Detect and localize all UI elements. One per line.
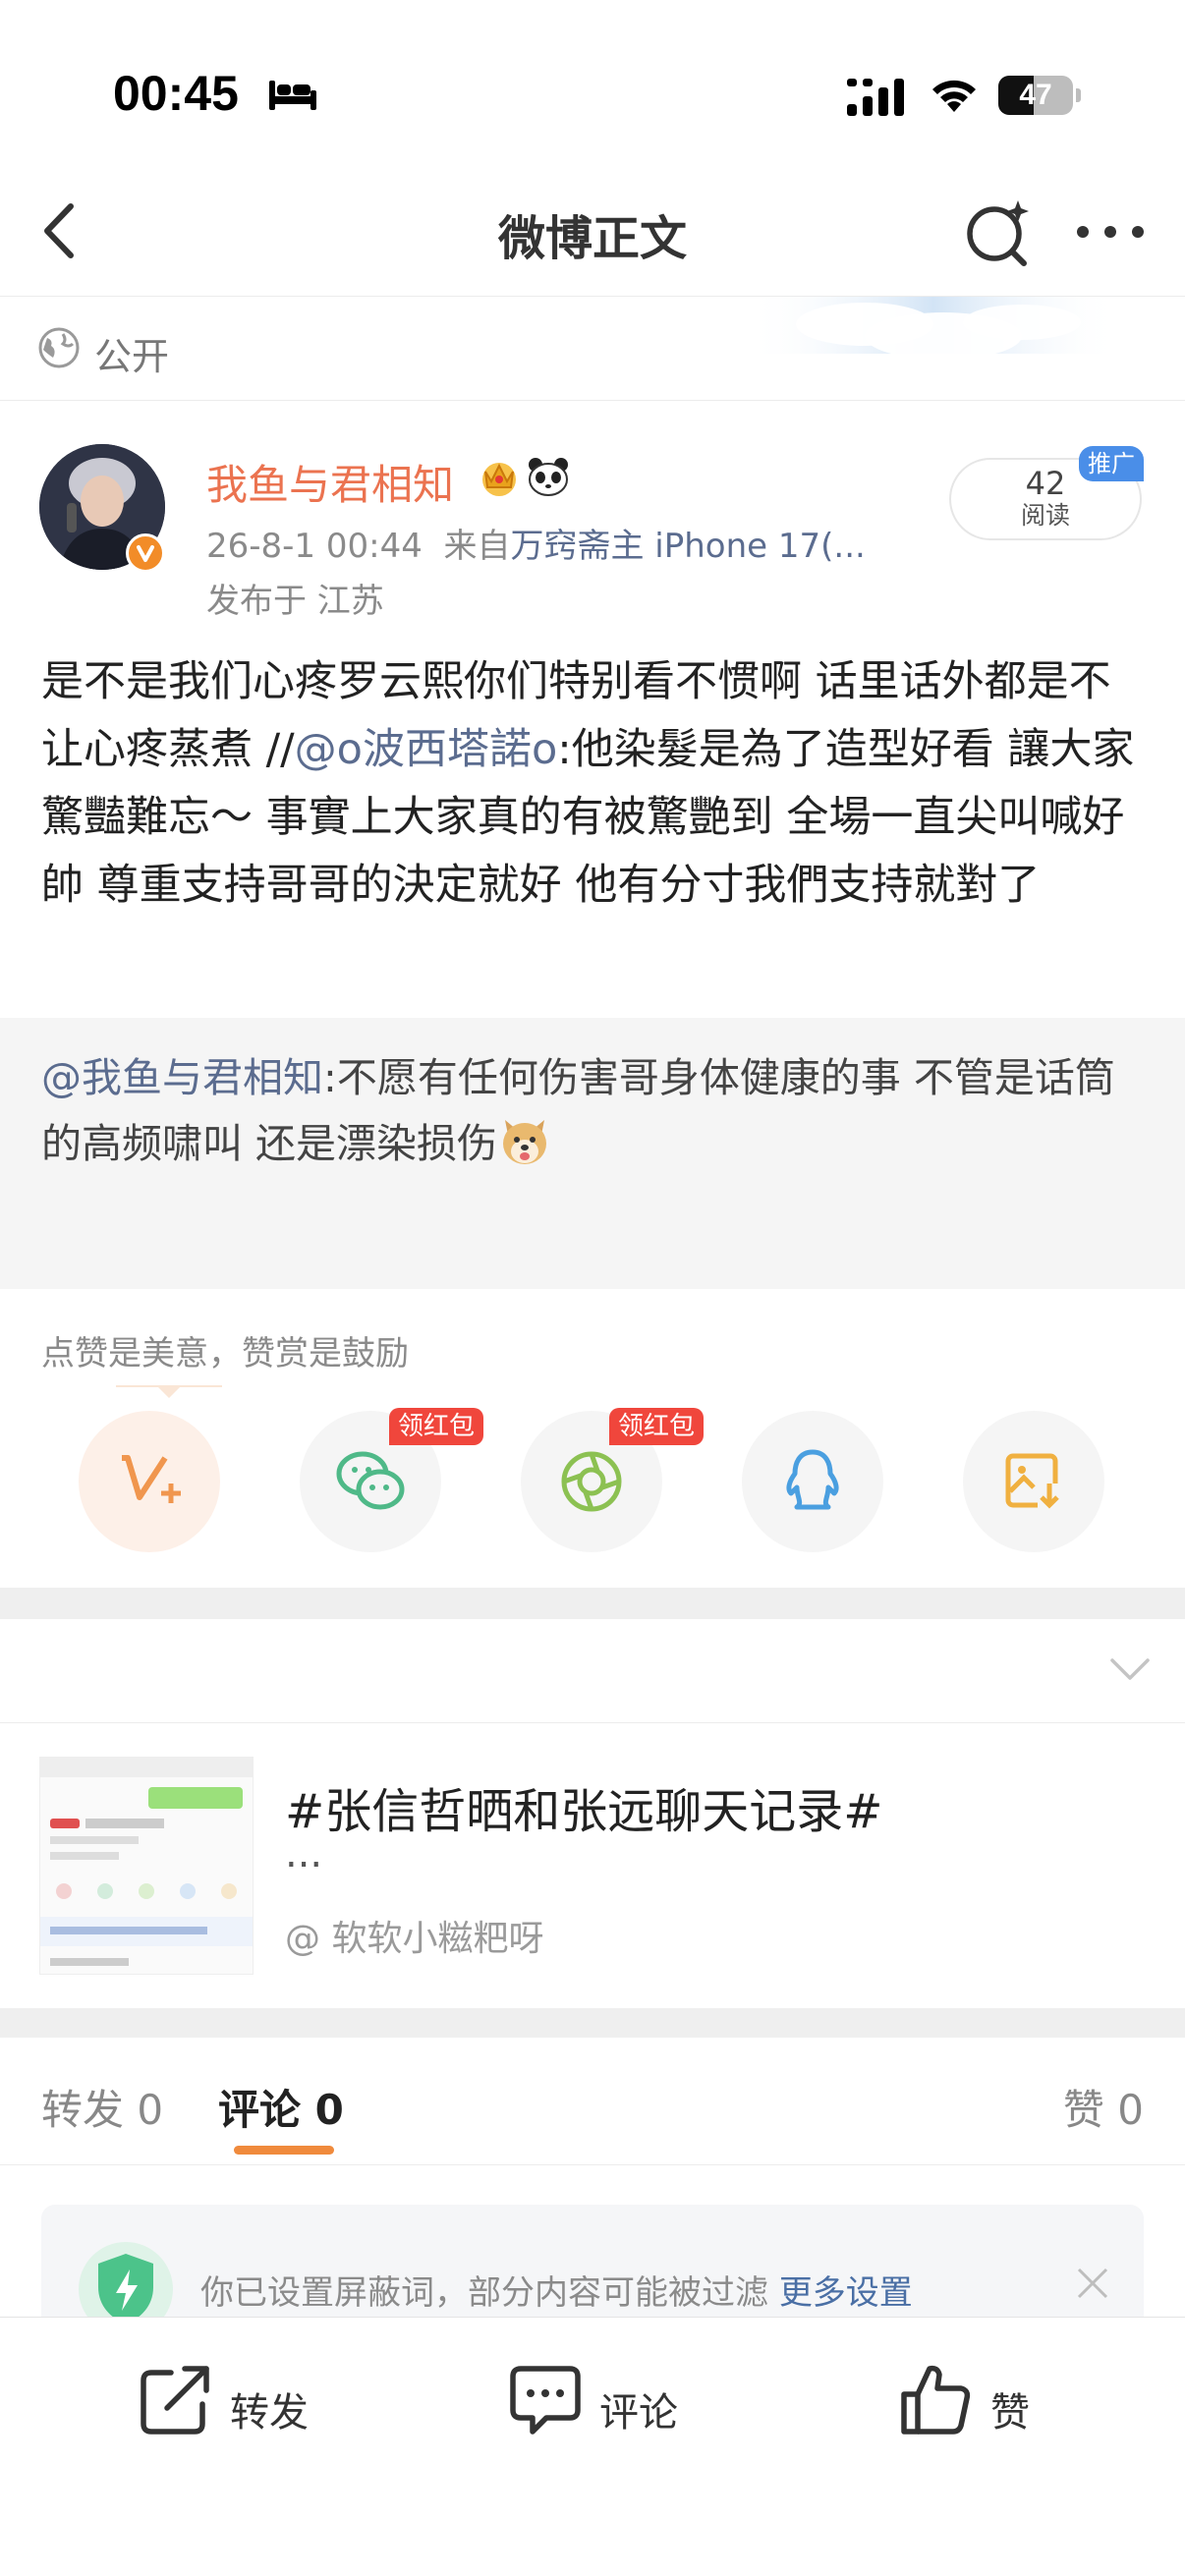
panda-icon bbox=[529, 458, 568, 496]
comment-count: 0 bbox=[314, 2086, 344, 2134]
save-image-icon bbox=[1005, 1453, 1063, 1511]
section-divider bbox=[0, 1588, 1185, 1619]
battery-level: 47 bbox=[1019, 79, 1052, 111]
cloud-decoration bbox=[747, 297, 1120, 360]
save-image-button[interactable] bbox=[963, 1411, 1104, 1552]
redpack-badge-moments: 领红包 bbox=[609, 1408, 705, 1445]
more-settings-link[interactable]: 更多设置 bbox=[779, 2273, 913, 2313]
globe-icon bbox=[38, 327, 80, 368]
original-post-text: @我鱼与君相知:不愿有任何伤害哥身体健康的事 不管是话筒的高频啸叫 还是漂染损伤 bbox=[41, 1054, 1115, 1167]
filter-text: 你已设置屏蔽词，部分内容可能被过滤 更多设置 bbox=[200, 2273, 913, 2313]
section-divider-2 bbox=[0, 2008, 1185, 2038]
cellular-signal-icon bbox=[847, 79, 904, 116]
sleep-mode-icon bbox=[269, 81, 316, 110]
original-post-box[interactable]: @我鱼与君相知:不愿有任何伤害哥身体健康的事 不管是话筒的高频啸叫 还是漂染损伤 bbox=[0, 1018, 1185, 1289]
v-plus-icon bbox=[122, 1455, 181, 1503]
tab-active-indicator bbox=[234, 2146, 334, 2155]
post-header: 我鱼与君相知 26-8-1 00:44 来自万窍斋主 iPhone 17(...… bbox=[0, 401, 1185, 637]
mention-link[interactable]: @o波西塔諾o bbox=[295, 725, 558, 774]
read-label: 阅读 bbox=[1020, 501, 1070, 530]
status-bar: 00:45 47 bbox=[0, 0, 1185, 167]
collapse-row[interactable] bbox=[0, 1619, 1185, 1723]
topic-card[interactable]: #张信哲晒和张远聊天记录# ... @ 软软小糍粑呀 bbox=[0, 1723, 1185, 2008]
tab-comment[interactable]: 评论 0 bbox=[218, 2077, 344, 2137]
comment-label: 评论 bbox=[599, 2390, 678, 2436]
crown-icon bbox=[482, 463, 516, 496]
repost-label: 转发 bbox=[230, 2390, 309, 2436]
topic-author: @ 软软小糍粑呀 bbox=[285, 1919, 544, 1959]
comment-button[interactable]: 评论 bbox=[507, 2361, 704, 2449]
wechat-icon bbox=[336, 1451, 405, 1510]
topic-thumbnail bbox=[39, 1757, 254, 1975]
redpack-badge-wechat: 领红包 bbox=[389, 1408, 484, 1445]
wifi-icon bbox=[932, 80, 976, 112]
promote-badge[interactable]: 推广 bbox=[1079, 446, 1144, 481]
search-icon[interactable] bbox=[961, 195, 1036, 269]
like-button[interactable]: 赞 bbox=[898, 2361, 1055, 2449]
topic-title: #张信哲晒和张远聊天记录# bbox=[285, 1784, 883, 1839]
comment-icon bbox=[510, 2366, 581, 2435]
chevron-down-icon[interactable] bbox=[1108, 1654, 1152, 1684]
tab-repost[interactable]: 转发 0 bbox=[41, 2077, 163, 2137]
interaction-tabs: 转发 0 评论 0 赞 0 bbox=[0, 2038, 1185, 2165]
bottom-action-bar: 转发 评论 赞 bbox=[0, 2317, 1185, 2576]
post-source[interactable]: 万窍斋主 iPhone 17(... bbox=[510, 527, 865, 566]
like-count: 0 bbox=[1117, 2086, 1144, 2134]
repost-count: 0 bbox=[137, 2086, 164, 2134]
thumbs-up-icon bbox=[901, 2365, 971, 2435]
like-label: 赞 bbox=[990, 2390, 1030, 2436]
repost-button[interactable]: 转发 bbox=[138, 2361, 334, 2449]
tip-pointer bbox=[116, 1385, 222, 1398]
moments-icon bbox=[561, 1451, 622, 1512]
battery-icon: 47 bbox=[998, 76, 1081, 115]
thumbnail-image bbox=[40, 1758, 253, 1974]
qq-icon bbox=[786, 1449, 839, 1510]
source-prefix: 来自 bbox=[443, 527, 511, 566]
repost-icon bbox=[141, 2366, 209, 2435]
tab-like[interactable]: 赞 0 bbox=[1063, 2077, 1144, 2137]
topic-ellipsis: ... bbox=[285, 1831, 323, 1876]
dog-emoji-icon bbox=[503, 1120, 547, 1164]
more-icon[interactable] bbox=[1071, 204, 1150, 259]
post-location: 发布于 江苏 bbox=[206, 582, 384, 621]
visibility-row: 公开 bbox=[0, 297, 1185, 401]
verified-badge-icon bbox=[126, 533, 165, 573]
share-qq-button[interactable] bbox=[742, 1411, 883, 1552]
share-row: 领红包 领红包 bbox=[0, 1408, 1185, 1558]
v-plus-button[interactable] bbox=[79, 1411, 220, 1552]
original-author-link[interactable]: @我鱼与君相知 bbox=[41, 1054, 323, 1101]
visibility-label: 公开 bbox=[94, 335, 170, 378]
post-text: 是不是我们心疼罗云熙你们特别看不惯啊 话里话外都是不让心疼蒸煮 //@o波西塔諾… bbox=[41, 657, 1135, 910]
reward-tip: 点赞是美意，赞赏是鼓励 bbox=[41, 1334, 409, 1373]
close-icon[interactable] bbox=[1075, 2266, 1110, 2301]
nav-bar: 微博正文 bbox=[0, 167, 1185, 297]
post-meta: 26-8-1 00:44 来自万窍斋主 iPhone 17(... bbox=[206, 519, 894, 567]
status-time: 00:45 bbox=[113, 66, 239, 121]
username[interactable]: 我鱼与君相知 bbox=[206, 452, 454, 512]
post-time: 26-8-1 00:44 bbox=[206, 527, 423, 566]
